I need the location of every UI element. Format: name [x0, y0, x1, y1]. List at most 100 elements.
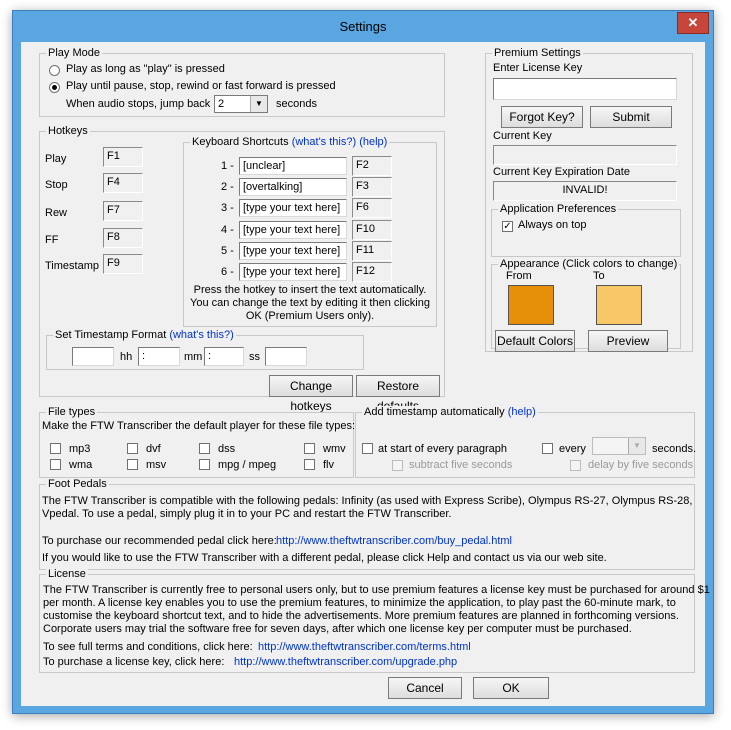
- shortcuts-note-2: You can change the text by editing it th…: [190, 297, 430, 309]
- timestamp-whats-this-link[interactable]: (what's this?): [169, 329, 233, 341]
- filetype-mpg-checkbox[interactable]: [199, 459, 210, 470]
- shortcuts-note-1: Press the hotkey to insert the text auto…: [193, 284, 427, 296]
- play-until-pause-label[interactable]: Play until pause, stop, rewind or fast f…: [66, 80, 336, 92]
- every-seconds-label[interactable]: every: [559, 443, 586, 455]
- title-bar[interactable]: Settings ✕: [13, 11, 713, 41]
- current-key-label: Current Key: [493, 130, 552, 142]
- license-line-2: per month. A license key enables you to …: [43, 597, 676, 609]
- hotkey-timestamp-field[interactable]: F9: [103, 254, 143, 274]
- file-types-legend: File types: [46, 406, 98, 418]
- different-pedal-text: If you would like to use the FTW Transcr…: [42, 552, 607, 564]
- foot-pedals-line-2: Vpedal. To use a pedal, simply plug it i…: [42, 508, 452, 520]
- hotkey-label-stop: Stop: [45, 179, 68, 191]
- hotkey-label-ff: FF: [45, 234, 59, 246]
- add-timestamp-help-link[interactable]: (help): [508, 406, 536, 418]
- timestamp-sep1-field[interactable]: :: [138, 347, 180, 366]
- close-button[interactable]: ✕: [677, 12, 709, 34]
- shortcut-key-5[interactable]: F11: [352, 241, 392, 261]
- every-seconds-select: ▼: [592, 437, 646, 455]
- filetype-msv-checkbox[interactable]: [127, 459, 138, 470]
- restore-defaults-button[interactable]: Restore defaults: [356, 375, 440, 413]
- timestamp-sep2-field[interactable]: :: [204, 347, 244, 366]
- license-key-input[interactable]: [493, 78, 677, 100]
- hotkeys-legend: Hotkeys: [46, 125, 90, 137]
- hotkey-stop-field[interactable]: F4: [103, 173, 143, 193]
- play-until-pause-radio[interactable]: [49, 82, 60, 93]
- filetype-msv-label[interactable]: msv: [146, 459, 166, 471]
- shortcut-text-3[interactable]: [type your text here]: [239, 199, 347, 217]
- license-group: License The FTW Transcriber is currently…: [39, 568, 710, 673]
- premium-settings-group: Premium Settings Enter License Key Forgo…: [485, 47, 693, 352]
- shortcuts-whats-this-link[interactable]: (what's this?): [292, 136, 356, 148]
- terms-label: To see full terms and conditions, click …: [43, 641, 253, 653]
- at-start-paragraph-label[interactable]: at start of every paragraph: [378, 443, 507, 455]
- filetype-dvf-label[interactable]: dvf: [146, 443, 161, 455]
- application-preferences-group: Application Preferences ✓ Always on top: [491, 203, 681, 257]
- shortcuts-note-3: OK (Premium Users only).: [245, 310, 375, 322]
- forgot-key-button[interactable]: Forgot Key?: [501, 106, 583, 128]
- timestamp-ss-field[interactable]: [265, 347, 307, 366]
- from-color-swatch[interactable]: [508, 285, 554, 325]
- shortcut-key-2[interactable]: F3: [352, 177, 392, 197]
- shortcut-text-4[interactable]: [type your text here]: [239, 221, 347, 239]
- ok-button[interactable]: OK: [473, 677, 549, 699]
- preview-button[interactable]: Preview: [588, 330, 668, 352]
- pedal-purchase-link[interactable]: http://www.theftwtranscriber.com/buy_ped…: [276, 535, 512, 547]
- shortcut-key-6[interactable]: F12: [352, 262, 392, 282]
- change-hotkeys-button[interactable]: Change hotkeys: [269, 375, 353, 413]
- filetype-wmv-checkbox[interactable]: [304, 443, 315, 454]
- play-while-pressed-label[interactable]: Play as long as "play" is pressed: [66, 63, 225, 75]
- shortcut-text-1[interactable]: [unclear]: [239, 157, 347, 175]
- chevron-down-icon[interactable]: ▼: [250, 96, 267, 112]
- file-types-group: File types Make the FTW Transcriber the …: [39, 406, 355, 478]
- shortcuts-help-link[interactable]: (help): [359, 136, 387, 148]
- hotkey-ff-field[interactable]: F8: [103, 228, 143, 248]
- expiration-label: Current Key Expiration Date: [493, 166, 630, 178]
- at-start-paragraph-checkbox[interactable]: [362, 443, 373, 454]
- shortcut-key-1[interactable]: F2: [352, 156, 392, 176]
- license-legend: License: [46, 568, 88, 580]
- chevron-down-icon: ▼: [628, 438, 645, 454]
- filetype-dss-checkbox[interactable]: [199, 443, 210, 454]
- hotkey-label-timestamp: Timestamp: [45, 260, 99, 272]
- settings-window: Settings ✕ Play Mode Play as long as "pl…: [12, 10, 714, 714]
- jump-back-select[interactable]: 2 ▼: [214, 95, 268, 113]
- pedal-purchase-label: To purchase our recommended pedal click …: [42, 535, 277, 547]
- to-color-label: To: [593, 270, 605, 282]
- play-while-pressed-radio[interactable]: [49, 65, 60, 76]
- shortcut-text-2[interactable]: [overtalking]: [239, 178, 347, 196]
- timestamp-hh-field[interactable]: [72, 347, 114, 366]
- always-on-top-label[interactable]: Always on top: [518, 219, 586, 231]
- default-colors-button[interactable]: Default Colors: [495, 330, 575, 352]
- filetype-mp3-checkbox[interactable]: [50, 443, 61, 454]
- shortcut-key-4[interactable]: F10: [352, 220, 392, 240]
- filetype-mp3-label[interactable]: mp3: [69, 443, 90, 455]
- filetype-wmv-label[interactable]: wmv: [323, 443, 346, 455]
- filetype-wma-checkbox[interactable]: [50, 459, 61, 470]
- submit-button[interactable]: Submit: [590, 106, 672, 128]
- shortcut-key-3[interactable]: F6: [352, 198, 392, 218]
- jump-back-unit: seconds: [276, 98, 317, 110]
- every-seconds-checkbox[interactable]: [542, 443, 553, 454]
- filetype-dss-label[interactable]: dss: [218, 443, 235, 455]
- jump-back-label: When audio stops, jump back: [66, 98, 211, 110]
- foot-pedals-legend: Foot Pedals: [46, 478, 109, 490]
- filetype-wma-label[interactable]: wma: [69, 459, 92, 471]
- always-on-top-checkbox[interactable]: ✓: [502, 221, 513, 232]
- shortcut-num-1: 1 -: [221, 160, 234, 172]
- shortcut-text-6[interactable]: [type your text here]: [239, 263, 347, 281]
- from-color-label: From: [506, 270, 532, 282]
- filetype-dvf-checkbox[interactable]: [127, 443, 138, 454]
- foot-pedals-group: Foot Pedals The FTW Transcriber is compa…: [39, 478, 695, 570]
- hotkey-play-field[interactable]: F1: [103, 147, 143, 167]
- filetype-mpg-label[interactable]: mpg / mpeg: [218, 459, 276, 471]
- cancel-button[interactable]: Cancel: [388, 677, 462, 699]
- filetype-flv-checkbox[interactable]: [304, 459, 315, 470]
- shortcut-text-5[interactable]: [type your text here]: [239, 242, 347, 260]
- to-color-swatch[interactable]: [596, 285, 642, 325]
- purchase-license-link[interactable]: http://www.theftwtranscriber.com/upgrade…: [234, 656, 457, 668]
- terms-link[interactable]: http://www.theftwtranscriber.com/terms.h…: [258, 641, 471, 653]
- hotkey-rew-field[interactable]: F7: [103, 201, 143, 221]
- timestamp-ss-label: ss: [249, 351, 260, 363]
- filetype-flv-label[interactable]: flv: [323, 459, 334, 471]
